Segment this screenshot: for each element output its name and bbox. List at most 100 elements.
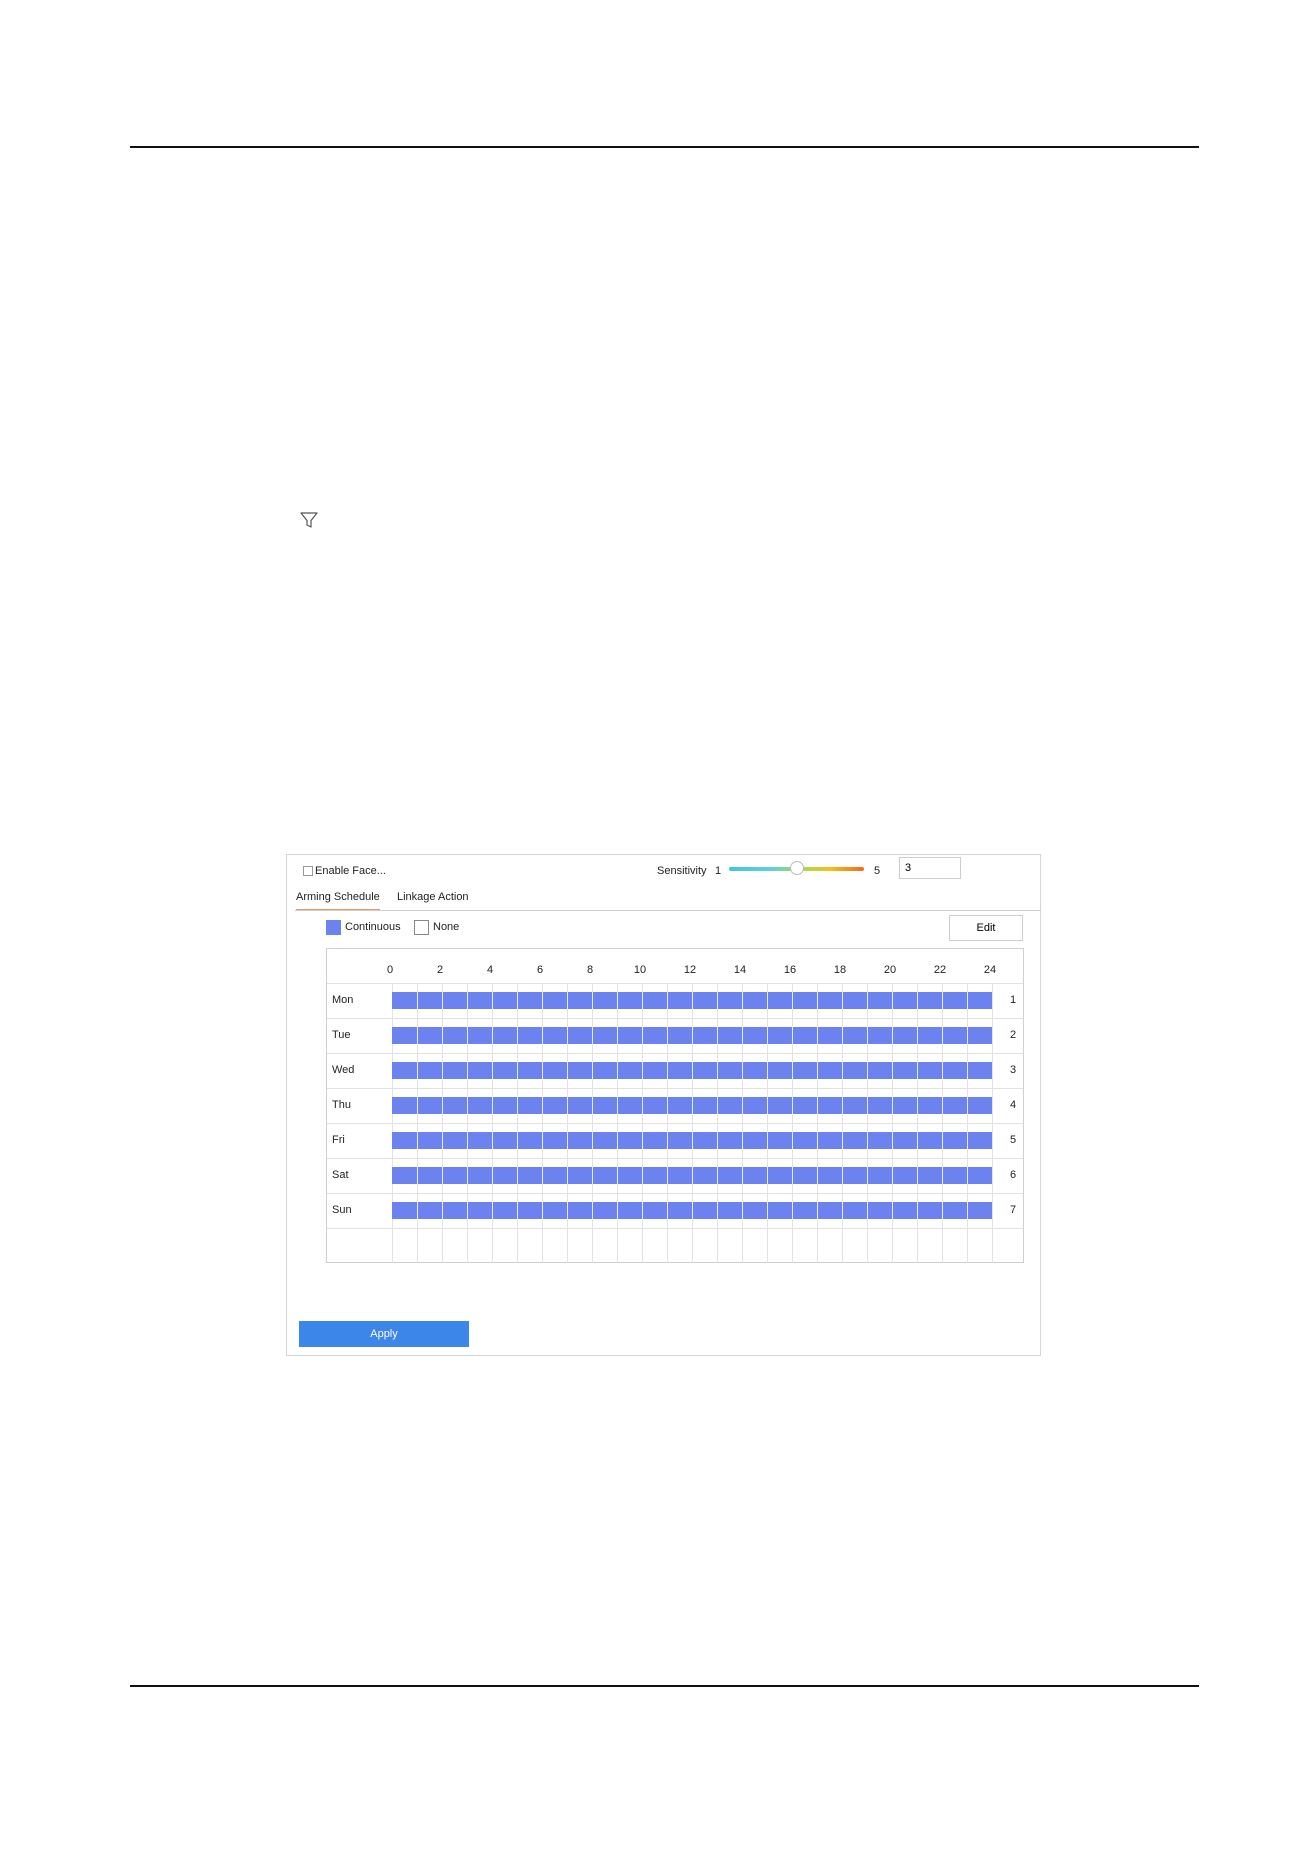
- hour-segment-divider: [517, 1027, 518, 1044]
- hour-segment-divider: [542, 1167, 543, 1184]
- hour-label: 22: [933, 964, 947, 976]
- hour-segment-divider: [817, 1097, 818, 1114]
- hour-segment-divider: [967, 1202, 968, 1219]
- hour-segment-divider: [567, 1167, 568, 1184]
- hour-segment-divider: [442, 1062, 443, 1079]
- hour-segment-divider: [742, 1062, 743, 1079]
- row-copy-index[interactable]: 2: [1010, 1029, 1016, 1041]
- checkbox-box[interactable]: [303, 866, 313, 876]
- hour-segment-divider: [867, 1027, 868, 1044]
- hour-segment-divider: [667, 992, 668, 1009]
- hour-segment-divider: [942, 1167, 943, 1184]
- hour-segment-divider: [717, 1062, 718, 1079]
- sensitivity-min-label: 1: [715, 865, 722, 877]
- hour-segment-divider: [942, 1062, 943, 1079]
- hour-segment-divider: [517, 1202, 518, 1219]
- hour-label: 14: [733, 964, 747, 976]
- hour-label: 18: [833, 964, 847, 976]
- schedule-bar-fri[interactable]: [392, 1132, 992, 1149]
- hour-segment-divider: [417, 1132, 418, 1149]
- grid-row-line: [327, 983, 1023, 984]
- hour-label: 20: [883, 964, 897, 976]
- hour-segment-divider: [492, 1027, 493, 1044]
- hour-segment-divider: [742, 1097, 743, 1114]
- hour-segment-divider: [717, 1167, 718, 1184]
- hour-segment-divider: [492, 1202, 493, 1219]
- hour-segment-divider: [967, 1097, 968, 1114]
- hour-segment-divider: [917, 1202, 918, 1219]
- face-detection-panel: Enable Face... Sensitivity 1 5 Arming Sc…: [286, 854, 1041, 1356]
- hour-segment-divider: [642, 1202, 643, 1219]
- apply-button[interactable]: Apply: [299, 1321, 469, 1347]
- day-label: Mon: [332, 994, 354, 1006]
- hour-segment-divider: [417, 1062, 418, 1079]
- tab-linkage-action[interactable]: Linkage Action: [397, 891, 469, 903]
- schedule-bar-sun[interactable]: [392, 1202, 992, 1219]
- continuous-legend-swatch[interactable]: [326, 920, 341, 935]
- hour-label: 6: [536, 964, 544, 976]
- enable-face-label: Enable Face...: [315, 865, 386, 877]
- hour-label: 24: [983, 964, 997, 976]
- edit-button[interactable]: Edit: [949, 915, 1023, 941]
- day-label: Tue: [332, 1029, 351, 1041]
- row-copy-index[interactable]: 1: [1010, 994, 1016, 1006]
- schedule-bar-sat[interactable]: [392, 1167, 992, 1184]
- hour-segment-divider: [617, 1062, 618, 1079]
- hour-segment-divider: [717, 992, 718, 1009]
- hour-segment-divider: [467, 1202, 468, 1219]
- hour-segment-divider: [767, 1062, 768, 1079]
- hour-segment-divider: [792, 1027, 793, 1044]
- tab-divider: [295, 910, 1041, 911]
- hour-segment-divider: [592, 1132, 593, 1149]
- hour-segment-divider: [867, 1062, 868, 1079]
- hour-segment-divider: [492, 1097, 493, 1114]
- hour-segment-divider: [442, 1132, 443, 1149]
- hour-segment-divider: [742, 1132, 743, 1149]
- hour-segment-divider: [742, 1167, 743, 1184]
- hour-segment-divider: [917, 1167, 918, 1184]
- hour-segment-divider: [817, 1062, 818, 1079]
- row-copy-index[interactable]: 3: [1010, 1064, 1016, 1076]
- hour-segment-divider: [442, 1202, 443, 1219]
- schedule-bar-mon[interactable]: [392, 992, 992, 1009]
- hour-segment-divider: [717, 1097, 718, 1114]
- hour-segment-divider: [442, 992, 443, 1009]
- schedule-bar-tue[interactable]: [392, 1027, 992, 1044]
- hour-segment-divider: [567, 1097, 568, 1114]
- hour-segment-divider: [967, 1062, 968, 1079]
- hour-segment-divider: [842, 1132, 843, 1149]
- none-legend-swatch[interactable]: [414, 920, 429, 935]
- hour-segment-divider: [867, 992, 868, 1009]
- hour-segment-divider: [642, 992, 643, 1009]
- hour-segment-divider: [767, 1027, 768, 1044]
- hour-segment-divider: [692, 992, 693, 1009]
- hour-segment-divider: [967, 1132, 968, 1149]
- tab-arming-schedule[interactable]: Arming Schedule: [296, 891, 380, 911]
- hour-segment-divider: [517, 1097, 518, 1114]
- hour-segment-divider: [892, 1167, 893, 1184]
- hour-segment-divider: [417, 1167, 418, 1184]
- row-copy-index[interactable]: 4: [1010, 1099, 1016, 1111]
- sensitivity-value-input[interactable]: [899, 857, 961, 879]
- schedule-grid[interactable]: 0 2 4 6 8 10 12 14 16 18 20 22 24 Mon 1 Tue 2 Wed 3 Thu 4 Fri…: [326, 948, 1024, 1263]
- schedule-bar-thu[interactable]: [392, 1097, 992, 1114]
- schedule-bar-wed[interactable]: [392, 1062, 992, 1079]
- hour-label: 16: [783, 964, 797, 976]
- hour-segment-divider: [517, 992, 518, 1009]
- filter-icon[interactable]: [297, 508, 321, 532]
- hour-segment-divider: [842, 992, 843, 1009]
- hour-segment-divider: [692, 1027, 693, 1044]
- hour-segment-divider: [642, 1132, 643, 1149]
- hour-segment-divider: [617, 1097, 618, 1114]
- grid-row-line: [327, 1088, 1023, 1089]
- hour-segment-divider: [567, 1062, 568, 1079]
- enable-face-checkbox[interactable]: Enable Face...: [303, 865, 386, 877]
- row-copy-index[interactable]: 6: [1010, 1169, 1016, 1181]
- hour-segment-divider: [917, 1062, 918, 1079]
- hour-segment-divider: [892, 1202, 893, 1219]
- hour-segment-divider: [667, 1202, 668, 1219]
- row-copy-index[interactable]: 7: [1010, 1204, 1016, 1216]
- hour-segment-divider: [942, 1132, 943, 1149]
- row-copy-index[interactable]: 5: [1010, 1134, 1016, 1146]
- sensitivity-slider-handle[interactable]: [789, 861, 804, 875]
